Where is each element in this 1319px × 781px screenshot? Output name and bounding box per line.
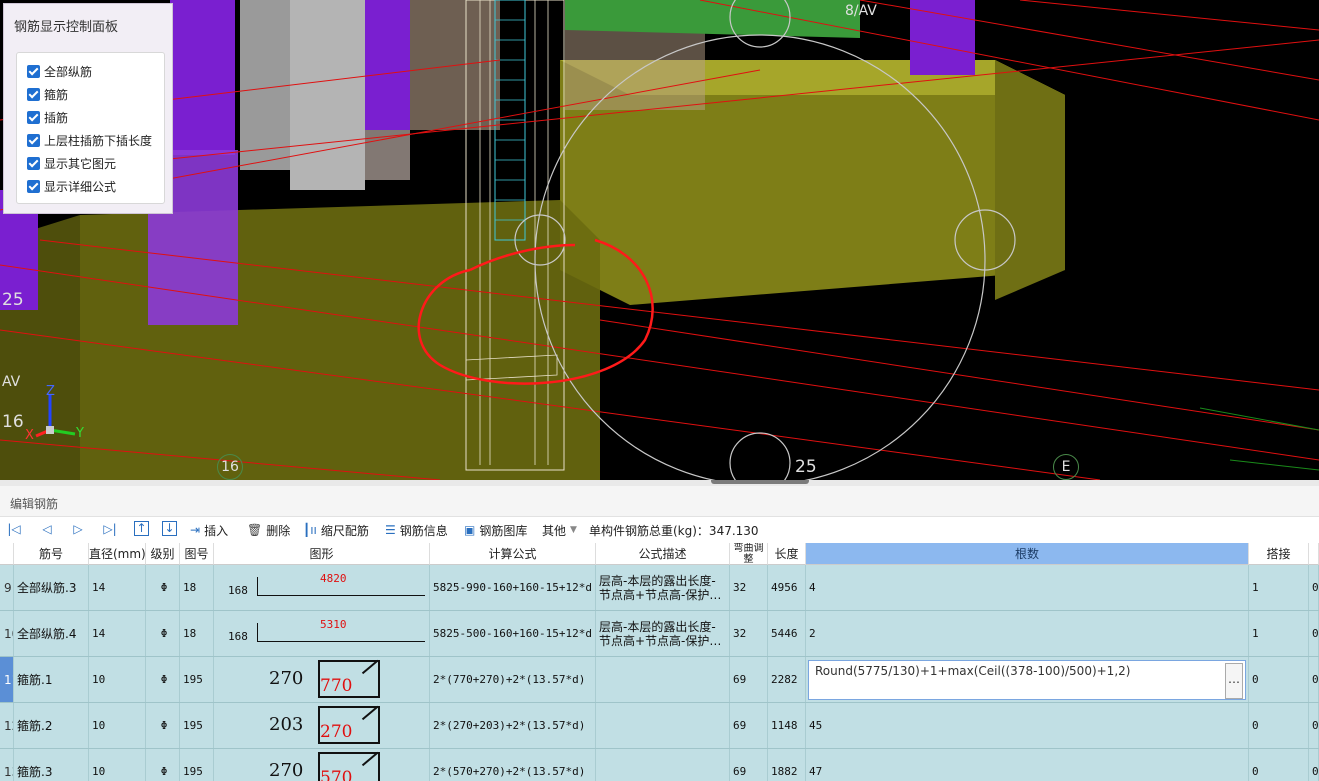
option-show-other-elements[interactable]: 显示其它图元 bbox=[27, 154, 116, 172]
rebar-table: 筋号 直径(mm) 级别 图号 图形 计算公式 公式描述 弯曲调整 长度 根数 … bbox=[0, 543, 1319, 781]
stirrup-shape-preview[interactable]: 270 570 bbox=[214, 749, 430, 781]
rebar-library-button[interactable]: ▣ 钢筋图库 bbox=[464, 521, 527, 539]
table-row-selected[interactable]: 11 箍筋.1 10 Φ 195 270 770 2*(770+270)+2*(… bbox=[0, 657, 1319, 703]
checkbox-checked-icon[interactable] bbox=[27, 64, 40, 78]
info-list-icon: ☰ bbox=[385, 523, 396, 537]
other-dropdown[interactable]: 其他 ▼ bbox=[542, 521, 577, 539]
checkbox-checked-icon[interactable] bbox=[27, 110, 40, 124]
triad-x-label: X bbox=[25, 428, 34, 443]
control-panel-title: 钢筋显示控制面板 bbox=[14, 20, 119, 35]
axis-label-25-left: 25 bbox=[2, 290, 24, 310]
insert-button[interactable]: ⇥ 插入 bbox=[190, 521, 228, 539]
axis-label-e: E bbox=[1053, 454, 1079, 480]
checkbox-checked-icon[interactable] bbox=[27, 179, 40, 193]
option-all-longitudinal[interactable]: 全部纵筋 bbox=[27, 62, 92, 80]
option-upper-dowel-length[interactable]: 上层柱插筋下插长度 bbox=[27, 131, 152, 149]
editor-title: 编辑钢筋 bbox=[10, 497, 59, 511]
column-header-formula-desc[interactable]: 公式描述 bbox=[596, 543, 730, 565]
more-options-button[interactable]: … bbox=[1225, 663, 1243, 699]
3d-model-scene bbox=[0, 0, 1319, 480]
rebar-shape-preview[interactable]: 168 4820 bbox=[214, 565, 430, 610]
stirrup-shape-preview[interactable]: 270 770 bbox=[214, 657, 430, 702]
last-record-icon[interactable]: ▷| bbox=[102, 521, 118, 537]
table-row[interactable]: 10 全部纵筋.4 14 Φ 18 168 5310 5825-500-160+… bbox=[0, 611, 1319, 657]
row-number-header bbox=[0, 543, 14, 565]
ruler-icon: ┃ıı bbox=[303, 523, 317, 537]
table-row[interactable]: 12 箍筋.2 10 Φ 195 203 270 2*(270+203)+2*(… bbox=[0, 703, 1319, 749]
rebar-info-button[interactable]: ☰ 钢筋信息 bbox=[385, 521, 448, 539]
checkbox-checked-icon[interactable] bbox=[27, 133, 40, 147]
stirrup-shape-preview[interactable]: 203 270 bbox=[214, 703, 430, 748]
count-formula-editor[interactable]: Round(5775/130)+1+max(Ceil((378-100)/500… bbox=[808, 660, 1246, 700]
axis-label-25-bottom: 25 bbox=[795, 457, 817, 477]
column-header-bend-adjust[interactable]: 弯曲调整 bbox=[730, 543, 768, 565]
axis-label-16-left: 16 bbox=[2, 412, 24, 432]
library-icon: ▣ bbox=[464, 523, 476, 537]
column-header-formula[interactable]: 计算公式 bbox=[430, 543, 596, 565]
editor-toolbar: |◁ ◁ ▷ ▷| ↑ ↓ ⇥ 插入 🗑 删除 ┃ıı 缩尺配筋 ☰ 钢筋信息 ▣ 钢筋图… bbox=[0, 517, 1319, 543]
insert-icon: ⇥ bbox=[190, 523, 201, 537]
scale-rebar-button[interactable]: ┃ıı 缩尺配筋 bbox=[303, 521, 369, 539]
option-show-detailed-formula[interactable]: 显示详细公式 bbox=[27, 177, 116, 195]
previous-record-icon[interactable]: ◁ bbox=[39, 521, 55, 537]
rebar-shape-preview[interactable]: 168 5310 bbox=[214, 611, 430, 656]
checkbox-checked-icon[interactable] bbox=[27, 87, 40, 101]
control-panel-options: 全部纵筋 箍筋 插筋 上层柱插筋下插长度 显示其它图元 显示详细公式 bbox=[16, 52, 165, 204]
total-weight-label: 单构件钢筋总重(kg)：347.130 bbox=[589, 523, 759, 538]
editor-header: 编辑钢筋 bbox=[0, 486, 1319, 517]
splitter-grip[interactable] bbox=[711, 480, 809, 484]
column-header-count[interactable]: 根数 bbox=[806, 543, 1249, 565]
table-row[interactable]: 13 箍筋.3 10 Φ 195 270 570 2*(570+270)+2*(… bbox=[0, 749, 1319, 781]
first-record-icon[interactable]: |◁ bbox=[6, 521, 22, 537]
table-row[interactable]: 9 全部纵筋.3 14 Φ 18 168 4820 5825-990-160+1… bbox=[0, 565, 1319, 611]
rebar-editor: 编辑钢筋 |◁ ◁ ▷ ▷| ↑ ↓ ⇥ 插入 🗑 删除 ┃ıı 缩尺配筋 ☰ 钢筋信息… bbox=[0, 486, 1319, 781]
3d-viewport[interactable]: 8/AV 25 AV 16 16 25 E Z X Y bbox=[0, 0, 1319, 480]
column-header-bar-no[interactable]: 筋号 bbox=[14, 543, 89, 565]
column-header-lap[interactable]: 搭接 bbox=[1249, 543, 1309, 565]
delete-button[interactable]: 🗑 删除 bbox=[247, 521, 290, 539]
option-stirrup[interactable]: 箍筋 bbox=[27, 85, 68, 103]
axis-label-av: AV bbox=[2, 374, 21, 390]
column-header-grade[interactable]: 级别 bbox=[146, 543, 180, 565]
option-dowel[interactable]: 插筋 bbox=[27, 108, 68, 126]
column-header-figure-no[interactable]: 图号 bbox=[180, 543, 214, 565]
column-header-length[interactable]: 长度 bbox=[768, 543, 806, 565]
axis-label-16-bottom: 16 bbox=[217, 454, 243, 480]
checkbox-checked-icon[interactable] bbox=[27, 156, 40, 170]
axis-label-8av: 8/AV bbox=[845, 3, 877, 19]
next-record-icon[interactable]: ▷ bbox=[70, 521, 86, 537]
triad-y-label: Y bbox=[76, 426, 84, 441]
rebar-display-control-panel: 钢筋显示控制面板 全部纵筋 箍筋 插筋 上层柱插筋下插长度 显示其它图元 显示详… bbox=[3, 3, 173, 214]
column-header-extra[interactable] bbox=[1309, 543, 1319, 565]
triad-z-label: Z bbox=[46, 384, 55, 399]
chevron-down-icon: ▼ bbox=[570, 525, 577, 535]
move-down-icon[interactable]: ↓ bbox=[162, 521, 177, 536]
column-header-shape[interactable]: 图形 bbox=[214, 543, 430, 565]
column-header-diameter[interactable]: 直径(mm) bbox=[89, 543, 146, 565]
trash-icon: 🗑 bbox=[247, 523, 263, 537]
move-up-icon[interactable]: ↑ bbox=[134, 521, 149, 536]
